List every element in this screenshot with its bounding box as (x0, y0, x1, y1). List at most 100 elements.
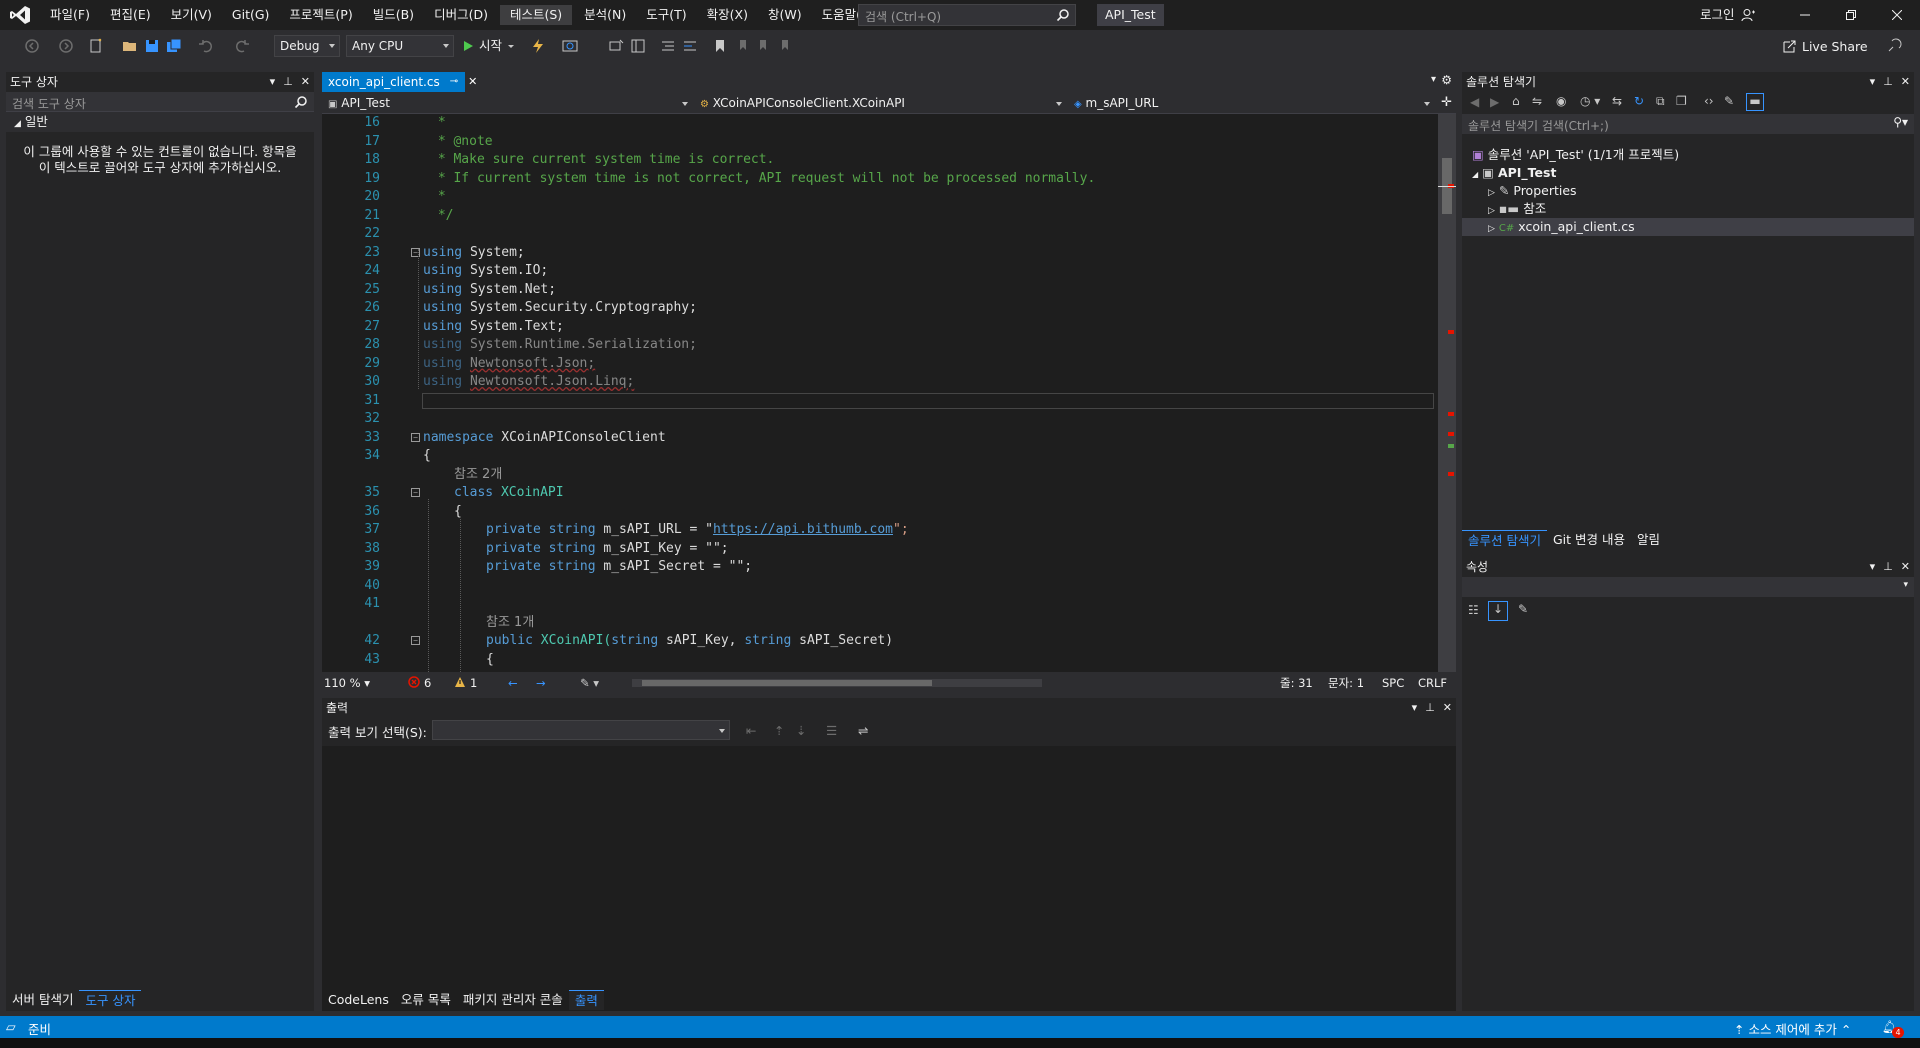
close-icon[interactable]: ✕ (1901, 557, 1910, 577)
save-all-icon[interactable] (166, 38, 182, 54)
preview-icon[interactable]: ▬ (1746, 93, 1764, 111)
forward-icon[interactable] (58, 38, 74, 54)
member-nav-dropdown[interactable]: ◈ m_sAPI_URL (1068, 94, 1434, 113)
menu-edit[interactable]: 편집(E) (100, 0, 161, 30)
close-icon[interactable]: ✕ (301, 72, 310, 92)
warning-count[interactable]: 1 (454, 676, 477, 690)
class-nav-dropdown[interactable]: ⚙ XCoinAPIConsoleClient.XCoinAPI (694, 94, 1066, 113)
restore-button[interactable] (1828, 0, 1874, 30)
whitespace-indicator[interactable]: SPC (1382, 676, 1404, 690)
property-pages-wrench-icon[interactable]: ✎ (1518, 602, 1528, 616)
prev-bookmark-icon[interactable] (734, 38, 750, 54)
alphabetical-icon[interactable]: ↓ (1488, 601, 1508, 621)
undo-icon[interactable] (198, 38, 214, 54)
tab-output[interactable]: 출력 (568, 990, 604, 1010)
close-icon[interactable]: ✕ (1443, 698, 1452, 718)
login-button[interactable]: 로그인 (1700, 0, 1755, 30)
tab-server-explorer[interactable]: 서버 탐색기 (6, 990, 79, 1010)
solution-config-icon[interactable] (608, 38, 624, 54)
tab-overflow-icon[interactable]: ▾ (1431, 74, 1436, 85)
menu-tools[interactable]: 도구(T) (636, 0, 696, 30)
tree-file-node[interactable]: ▷ C# xcoin_api_client.cs (1462, 218, 1914, 236)
output-source-select[interactable] (432, 720, 730, 740)
find-message-icon[interactable]: ⇤ (746, 723, 756, 738)
back-icon[interactable] (24, 38, 40, 54)
git-icon[interactable]: ◉ (1556, 94, 1566, 108)
split-editor-icon[interactable]: ✛ (1441, 95, 1452, 110)
toolbox-group-general[interactable]: ◢ 일반 (6, 112, 314, 132)
view-code-icon[interactable]: ‹› (1704, 94, 1714, 108)
panel-menu-icon[interactable]: ▾ (1870, 72, 1876, 92)
next-bookmark-icon[interactable] (756, 38, 772, 54)
close-tab-icon[interactable]: ✕ (468, 72, 477, 92)
minimize-button[interactable] (1782, 0, 1828, 30)
properties-object-select[interactable]: ▾ (1462, 577, 1914, 597)
codelens-references[interactable]: 참조 1개 (486, 614, 534, 633)
codelens-references[interactable]: 참조 2개 (454, 466, 502, 485)
menu-window[interactable]: 창(W) (758, 0, 812, 30)
menu-view[interactable]: 보기(V) (161, 0, 222, 30)
solution-explorer-search[interactable]: 솔루션 탐색기 검색(Ctrl+;) ⚲▾ (1462, 114, 1914, 134)
panel-menu-icon[interactable]: ▾ (1870, 557, 1876, 577)
pending-changes-icon[interactable]: ◷ ▾ (1580, 94, 1600, 108)
uncomment-icon[interactable] (682, 38, 698, 54)
output-window-icon[interactable]: ▱ (6, 1019, 16, 1034)
project-nav-dropdown[interactable]: ▣ API_Test (322, 94, 692, 113)
pin-icon[interactable]: ⊥ (283, 72, 293, 92)
platform-select[interactable]: Any CPU (346, 35, 454, 57)
tree-references-node[interactable]: ▷ ▪▬ 참조 (1488, 200, 1546, 218)
nav-forward-arrow-icon[interactable]: → (536, 676, 546, 690)
tree-project-node[interactable]: ◢ ▣ API_Test (1472, 164, 1556, 182)
menu-extensions[interactable]: 확장(X) (697, 0, 758, 30)
close-icon[interactable]: ✕ (1901, 72, 1910, 92)
tab-codelens[interactable]: CodeLens (322, 990, 395, 1010)
tab-error-list[interactable]: 오류 목록 (395, 990, 457, 1010)
editor-horizontal-scrollbar[interactable] (632, 679, 1042, 687)
live-share-button[interactable]: Live Share (1782, 37, 1868, 57)
visual-studio-logo-icon[interactable] (0, 0, 40, 30)
switch-views-icon[interactable]: ⇋ (1532, 94, 1542, 108)
zoom-select[interactable]: 110 % ▾ (324, 676, 370, 690)
tree-properties-node[interactable]: ▷ ✎ Properties (1488, 182, 1577, 200)
panel-menu-icon[interactable]: ▾ (270, 72, 276, 92)
save-icon[interactable] (144, 38, 160, 54)
new-project-icon[interactable] (88, 38, 104, 54)
search-input[interactable]: 검색 (Ctrl+Q) (858, 4, 1076, 26)
home-icon[interactable]: ⌂ (1512, 94, 1520, 108)
collapse-toggle-icon[interactable]: − (411, 488, 420, 497)
tab-toolbox[interactable]: 도구 상자 (79, 990, 142, 1010)
comment-icon[interactable] (660, 38, 676, 54)
open-folder-icon[interactable] (122, 38, 138, 54)
menu-build[interactable]: 빌드(B) (363, 0, 424, 30)
nav-back-arrow-icon[interactable]: ← (508, 676, 518, 690)
word-wrap-icon[interactable]: ⇌ (858, 723, 868, 738)
layout-icon[interactable] (630, 38, 646, 54)
code-cleanup-icon[interactable]: ✎ ▾ (580, 676, 599, 690)
collapse-toggle-icon[interactable]: − (411, 636, 420, 645)
settings-gear-icon[interactable]: ⚙ (1441, 73, 1452, 87)
menu-analyze[interactable]: 분석(N) (574, 0, 636, 30)
menu-project[interactable]: 프로젝트(P) (279, 0, 362, 30)
tab-solution-explorer[interactable]: 솔루션 탐색기 (1462, 530, 1547, 550)
toolbox-search-input[interactable]: 검색 도구 상자 (6, 92, 314, 112)
feedback-icon[interactable] (1886, 38, 1902, 54)
close-window-button[interactable] (1874, 0, 1920, 30)
editor-vertical-scrollbar[interactable] (1438, 114, 1456, 672)
pin-icon[interactable]: ⊥ (1883, 557, 1893, 577)
line-ending-indicator[interactable]: CRLF (1418, 676, 1447, 690)
pin-icon[interactable]: ⊸ (450, 72, 458, 92)
forward-icon[interactable]: ▶ (1490, 95, 1499, 109)
tab-package-manager-console[interactable]: 패키지 관리자 콘솔 (457, 990, 569, 1010)
collapse-toggle-icon[interactable]: − (411, 432, 420, 442)
bookmark-icon[interactable] (712, 38, 728, 54)
tab-xcoin-api-client[interactable]: xcoin_api_client.cs ⊸ ✕ (322, 72, 477, 92)
screenshot-icon[interactable] (562, 38, 578, 54)
next-message-icon[interactable]: ⇣ (796, 723, 806, 738)
back-icon[interactable]: ◀ (1470, 95, 1479, 109)
categorized-icon[interactable]: ☷ (1468, 603, 1479, 617)
error-count[interactable]: 6 (408, 675, 431, 690)
panel-menu-icon[interactable]: ▾ (1412, 698, 1418, 718)
sync-icon[interactable]: ⇆ (1612, 94, 1622, 108)
show-all-files-icon[interactable]: ❐ (1676, 94, 1687, 108)
redo-icon[interactable] (234, 38, 250, 54)
